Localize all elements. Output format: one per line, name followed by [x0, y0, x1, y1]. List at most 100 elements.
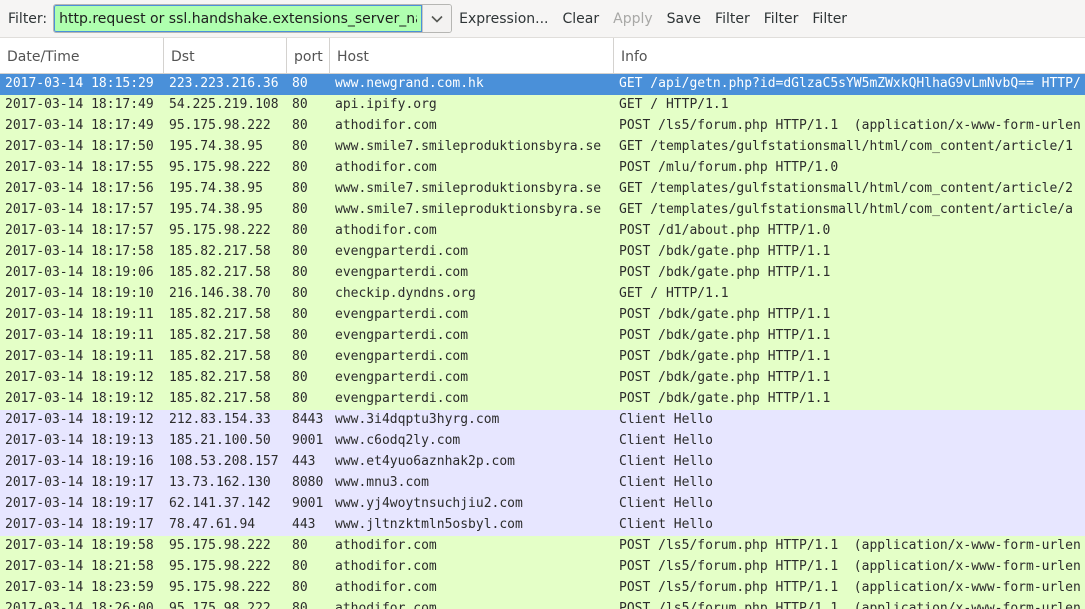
cell-host: www.mnu3.com: [335, 475, 429, 490]
table-row[interactable]: 2017-03-14 18:26:00 95.175.98.222 80 athodi…: [0, 599, 1085, 609]
cell-info: POST /bdk/gate.php HTTP/1.1: [619, 244, 831, 259]
table-row[interactable]: 2017-03-14 18:19:16 108.53.208.157 443 www.…: [0, 452, 1085, 473]
cell-info: Client Hello: [619, 433, 713, 448]
cell-port: 80: [292, 118, 308, 133]
table-row[interactable]: 2017-03-14 18:19:17 78.47.61.94 443 www.jlt…: [0, 515, 1085, 536]
table-row[interactable]: 2017-03-14 18:17:55 95.175.98.222 80 athodi…: [0, 158, 1085, 179]
cell-date: 2017-03-14 18:17:49: [5, 97, 154, 112]
cell-host: checkip.dyndns.org: [335, 286, 476, 301]
cell-port: 80: [292, 139, 308, 154]
column-header-date[interactable]: Date/Time: [0, 38, 164, 73]
cell-port: 443: [292, 517, 316, 532]
table-row[interactable]: 2017-03-14 18:19:13 185.21.100.50 9001 www.…: [0, 431, 1085, 452]
cell-info: POST /bdk/gate.php HTTP/1.1: [619, 349, 831, 364]
table-row[interactable]: 2017-03-14 18:19:17 62.141.37.142 9001 www.…: [0, 494, 1085, 515]
column-header-dst[interactable]: Dst: [164, 38, 287, 73]
table-row[interactable]: 2017-03-14 18:17:56 195.74.38.95 80 www.smi…: [0, 179, 1085, 200]
packet-list[interactable]: 2017-03-14 18:15:29 223.223.216.36 80 www.n…: [0, 74, 1085, 609]
cell-port: 80: [292, 601, 308, 609]
table-row[interactable]: 2017-03-14 18:21:58 95.175.98.222 80 athodi…: [0, 557, 1085, 578]
cell-dst: 95.175.98.222: [169, 160, 271, 175]
table-row[interactable]: 2017-03-14 18:19:12 185.82.217.58 80 evengp…: [0, 389, 1085, 410]
cell-info: GET /templates/gulfstationsmall/html/com…: [619, 181, 1073, 196]
table-row[interactable]: 2017-03-14 18:17:50 195.74.38.95 80 www.smi…: [0, 137, 1085, 158]
cell-port: 80: [292, 76, 308, 91]
table-row[interactable]: 2017-03-14 18:19:11 185.82.217.58 80 evengp…: [0, 305, 1085, 326]
table-row[interactable]: 2017-03-14 18:17:57 195.74.38.95 80 www.smi…: [0, 200, 1085, 221]
cell-host: www.smile7.smileproduktionsbyra.se: [335, 139, 602, 154]
cell-dst: 185.82.217.58: [169, 244, 271, 259]
cell-dst: 62.141.37.142: [169, 496, 271, 511]
cell-date: 2017-03-14 18:19:11: [5, 328, 154, 343]
table-row[interactable]: 2017-03-14 18:19:11 185.82.217.58 80 evengp…: [0, 326, 1085, 347]
table-row[interactable]: 2017-03-14 18:17:49 95.175.98.222 80 athodi…: [0, 116, 1085, 137]
cell-info: POST /bdk/gate.php HTTP/1.1: [619, 328, 831, 343]
cell-port: 80: [292, 538, 308, 553]
expression-button[interactable]: Expression...: [459, 11, 548, 27]
filter-history-dropdown[interactable]: [422, 5, 452, 32]
cell-dst: 212.83.154.33: [169, 412, 271, 427]
cell-host: athodifor.com: [335, 118, 437, 133]
cell-port: 80: [292, 97, 308, 112]
cell-date: 2017-03-14 18:19:16: [5, 454, 154, 469]
apply-button[interactable]: Apply: [613, 11, 653, 27]
clear-button[interactable]: Clear: [563, 11, 600, 27]
cell-port: 80: [292, 244, 308, 259]
cell-dst: 13.73.162.130: [169, 475, 271, 490]
cell-info: GET /templates/gulfstationsmall/html/com…: [619, 202, 1073, 217]
table-row[interactable]: 2017-03-14 18:17:58 185.82.217.58 80 evengp…: [0, 242, 1085, 263]
cell-port: 80: [292, 328, 308, 343]
cell-dst: 95.175.98.222: [169, 118, 271, 133]
cell-info: POST /ls5/forum.php HTTP/1.1 (applicatio…: [619, 538, 1081, 553]
cell-info: POST /ls5/forum.php HTTP/1.1 (applicatio…: [619, 559, 1081, 574]
cell-dst: 95.175.98.222: [169, 538, 271, 553]
filter-toolbar: Filter: Expression... Clear Apply Save F…: [0, 0, 1085, 38]
filter-combobox[interactable]: [53, 4, 453, 33]
column-header-port[interactable]: port: [287, 38, 330, 73]
cell-date: 2017-03-14 18:17:58: [5, 244, 154, 259]
cell-dst: 185.82.217.58: [169, 265, 271, 280]
cell-date: 2017-03-14 18:19:06: [5, 265, 154, 280]
table-row[interactable]: 2017-03-14 18:19:12 185.82.217.58 80 evengp…: [0, 368, 1085, 389]
save-button[interactable]: Save: [667, 11, 701, 27]
table-row[interactable]: 2017-03-14 18:17:57 95.175.98.222 80 athodi…: [0, 221, 1085, 242]
column-header-info[interactable]: Info: [614, 38, 1085, 73]
table-row[interactable]: 2017-03-14 18:19:58 95.175.98.222 80 athodi…: [0, 536, 1085, 557]
cell-port: 8443: [292, 412, 324, 427]
column-header-host[interactable]: Host: [330, 38, 614, 73]
table-row[interactable]: 2017-03-14 18:17:49 54.225.219.108 80 api.i…: [0, 95, 1085, 116]
cell-host: api.ipify.org: [335, 97, 437, 112]
cell-dst: 185.82.217.58: [169, 307, 271, 322]
display-filter-input[interactable]: [54, 5, 423, 32]
cell-date: 2017-03-14 18:17:57: [5, 202, 154, 217]
cell-date: 2017-03-14 18:19:12: [5, 370, 154, 385]
cell-date: 2017-03-14 18:19:17: [5, 475, 154, 490]
table-row[interactable]: 2017-03-14 18:19:12 212.83.154.33 8443 www.…: [0, 410, 1085, 431]
cell-dst: 185.82.217.58: [169, 349, 271, 364]
cell-info: Client Hello: [619, 475, 713, 490]
cell-date: 2017-03-14 18:17:50: [5, 139, 154, 154]
table-row[interactable]: 2017-03-14 18:15:29 223.223.216.36 80 www.n…: [0, 74, 1085, 95]
table-row[interactable]: 2017-03-14 18:23:59 95.175.98.222 80 athodi…: [0, 578, 1085, 599]
table-row[interactable]: 2017-03-14 18:19:10 216.146.38.70 80 checki…: [0, 284, 1085, 305]
table-row[interactable]: 2017-03-14 18:19:11 185.82.217.58 80 evengp…: [0, 347, 1085, 368]
cell-host: www.3i4dqptu3hyrg.com: [335, 412, 500, 427]
cell-info: Client Hello: [619, 496, 713, 511]
table-row[interactable]: 2017-03-14 18:19:06 185.82.217.58 80 evengp…: [0, 263, 1085, 284]
cell-host: athodifor.com: [335, 601, 437, 609]
filter-label: Filter:: [8, 10, 48, 27]
packet-list-header: Date/Time Dst port Host Info: [0, 38, 1085, 74]
filter-button-3[interactable]: Filter: [812, 11, 847, 27]
table-row[interactable]: 2017-03-14 18:19:17 13.73.162.130 8080 www.…: [0, 473, 1085, 494]
cell-host: www.smile7.smileproduktionsbyra.se: [335, 181, 602, 196]
cell-date: 2017-03-14 18:19:11: [5, 307, 154, 322]
cell-host: www.c6odq2ly.com: [335, 433, 461, 448]
cell-host: www.newgrand.com.hk: [335, 76, 484, 91]
cell-info: POST /ls5/forum.php HTTP/1.1 (applicatio…: [619, 601, 1081, 609]
cell-port: 443: [292, 454, 316, 469]
filter-button-2[interactable]: Filter: [764, 11, 799, 27]
cell-date: 2017-03-14 18:17:49: [5, 118, 154, 133]
cell-info: GET / HTTP/1.1: [619, 97, 729, 112]
cell-date: 2017-03-14 18:19:13: [5, 433, 154, 448]
filter-button-1[interactable]: Filter: [715, 11, 750, 27]
